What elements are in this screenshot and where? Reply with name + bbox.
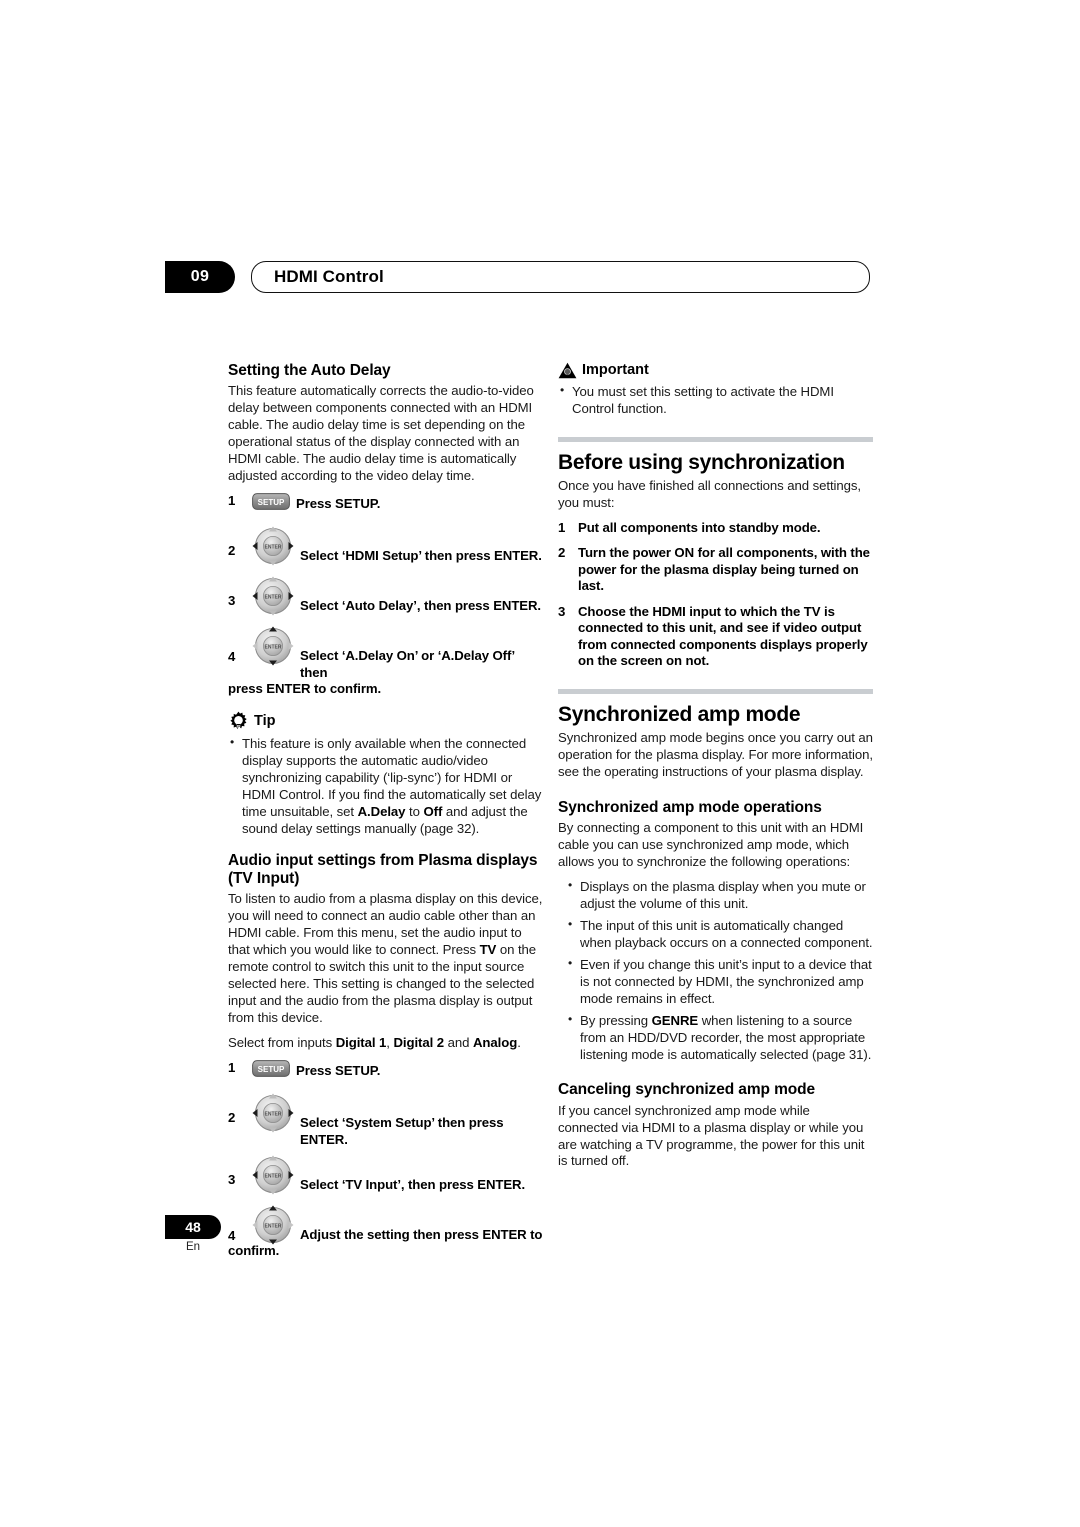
step-number: 3: [228, 592, 236, 608]
svg-text:ENTER: ENTER: [265, 1174, 282, 1180]
important-callout-header: Important: [558, 362, 873, 379]
important-callout: Important You must set this setting to a…: [558, 362, 873, 418]
list-item: This feature is only available when the …: [228, 735, 543, 838]
step-number: 4: [228, 648, 236, 664]
step-number: 1: [228, 1059, 236, 1075]
step-auto-delay-1: 1 SETUP Press SETUP.: [228, 493, 543, 519]
warning-triangle-icon: [558, 362, 577, 379]
step-number: 2: [228, 1109, 236, 1125]
before-sync-step-1: 1 Put all components into standby mode.: [558, 520, 873, 537]
paragraph-before-sync: Once you have finished all connections a…: [558, 478, 862, 510]
tip-callout-header: Tip: [228, 711, 543, 731]
tip-callout: Tip This feature is only available when …: [228, 711, 543, 838]
svg-text:ENTER: ENTER: [265, 1111, 282, 1117]
step-number: 3: [558, 603, 566, 619]
paragraph-auto-delay-intro: This feature automatically corrects the …: [228, 383, 534, 483]
step-text: Choose the HDMI input to which the TV is…: [578, 603, 868, 669]
step-auto-delay-4: 4 ENTER Select ‘A.Delay On’ or ‘A.Delay …: [228, 625, 543, 697]
svg-text:SETUP: SETUP: [258, 1065, 285, 1074]
svg-text:SETUP: SETUP: [258, 498, 285, 507]
step-auto-delay-2: 2 ENTER Select ‘HDMI Setup’ then press E…: [228, 525, 543, 569]
page-footer: 48 En: [165, 1215, 285, 1253]
language-code: En: [185, 1241, 201, 1253]
step-text: Turn the power ON for all components, wi…: [578, 545, 870, 594]
section-divider: [558, 436, 873, 442]
right-column: Important You must set this setting to a…: [558, 362, 873, 1178]
step-number: 2: [558, 545, 566, 561]
paragraph-select-inputs: Select from inputs Digital 1, Digital 2 …: [228, 1034, 521, 1050]
enter-dpad-vertical-icon: ENTER: [252, 626, 294, 666]
before-sync-step-2: 2 Turn the power ON for all components, …: [558, 545, 873, 595]
paragraph-sync-amp-ops: By connecting a component to this unit w…: [558, 820, 864, 869]
sync-amp-ops-bullet-list: Displays on the plasma display when you …: [558, 878, 873, 1064]
important-label: Important: [582, 362, 649, 379]
heading-canceling-sync-amp-mode: Canceling synchronized amp mode: [558, 1081, 816, 1099]
step-number: 2: [228, 542, 236, 558]
running-header: 09 HDMI Control: [165, 261, 870, 293]
tip-bullet-list: This feature is only available when the …: [228, 735, 543, 838]
heading-sync-amp-operations: Synchronized amp mode operations: [558, 798, 822, 816]
heading-setting-auto-delay: Setting the Auto Delay: [228, 362, 391, 379]
list-item: Displays on the plasma display when you …: [558, 878, 873, 913]
important-bullet-list: You must set this setting to activate th…: [558, 383, 873, 418]
chapter-number-badge: 09: [165, 261, 235, 293]
paragraph-sync-amp: Synchronized amp mode begins once you ca…: [558, 730, 873, 779]
list-item: By pressing GENRE when listening to a so…: [558, 1012, 873, 1064]
step-text-continuation: press ENTER to confirm.: [228, 681, 382, 697]
svg-text:ENTER: ENTER: [265, 594, 282, 600]
list-item: You must set this setting to activate th…: [558, 383, 873, 418]
enter-dpad-icon: ENTER: [252, 1093, 294, 1133]
step-number: 3: [228, 1172, 236, 1188]
heading-synchronized-amp-mode: Synchronized amp mode: [558, 702, 801, 726]
enter-dpad-icon: ENTER: [252, 526, 294, 566]
heading-tv-input-line2: (TV Input): [228, 870, 300, 888]
paragraph-cancel-sync: If you cancel synchronized amp mode whil…: [558, 1102, 865, 1169]
enter-dpad-icon: ENTER: [252, 576, 294, 616]
page-title: HDMI Control: [274, 267, 384, 286]
setup-key-icon: SETUP: [252, 1059, 290, 1077]
step-tv-input-1: 1 SETUP Press SETUP.: [228, 1060, 543, 1086]
paragraph-tv-input: To listen to audio from a plasma display…: [228, 891, 543, 1025]
enter-dpad-icon: ENTER: [252, 1155, 294, 1195]
heading-before-using-synchronization: Before using synchronization: [558, 450, 845, 474]
svg-text:ENTER: ENTER: [265, 644, 282, 650]
lightbulb-gear-icon: [230, 711, 247, 730]
step-number: 1: [558, 519, 566, 535]
heading-tv-input-line1: Audio input settings from Plasma display…: [228, 852, 538, 870]
list-item: Even if you change this unit’s input to …: [558, 956, 873, 1008]
step-text: Put all components into standby mode.: [578, 519, 821, 535]
tip-label: Tip: [254, 713, 276, 730]
section-divider: [558, 688, 873, 694]
svg-text:ENTER: ENTER: [265, 544, 282, 550]
left-column: Setting the Auto Delay This feature auto…: [228, 362, 543, 1265]
step-auto-delay-3: 3 ENTER Select ‘Auto Delay’, then press …: [228, 575, 543, 619]
manual-page: 09 HDMI Control Setting the Auto Delay T…: [0, 0, 1080, 1527]
step-number: 1: [228, 492, 236, 508]
setup-key-icon: SETUP: [252, 492, 290, 510]
step-tv-input-3: 3 ENTER Select ‘TV Input’, then press EN…: [228, 1154, 543, 1198]
page-number-badge: 48: [165, 1215, 221, 1239]
list-item: The input of this unit is automatically …: [558, 917, 873, 952]
before-sync-step-3: 3 Choose the HDMI input to which the TV …: [558, 604, 873, 670]
heading-tv-input: Audio input settings from Plasma display…: [228, 852, 543, 888]
header-title-pill: HDMI Control: [251, 261, 870, 293]
step-tv-input-2: 2 ENTER Select ‘System Setup’ then press…: [228, 1092, 543, 1148]
